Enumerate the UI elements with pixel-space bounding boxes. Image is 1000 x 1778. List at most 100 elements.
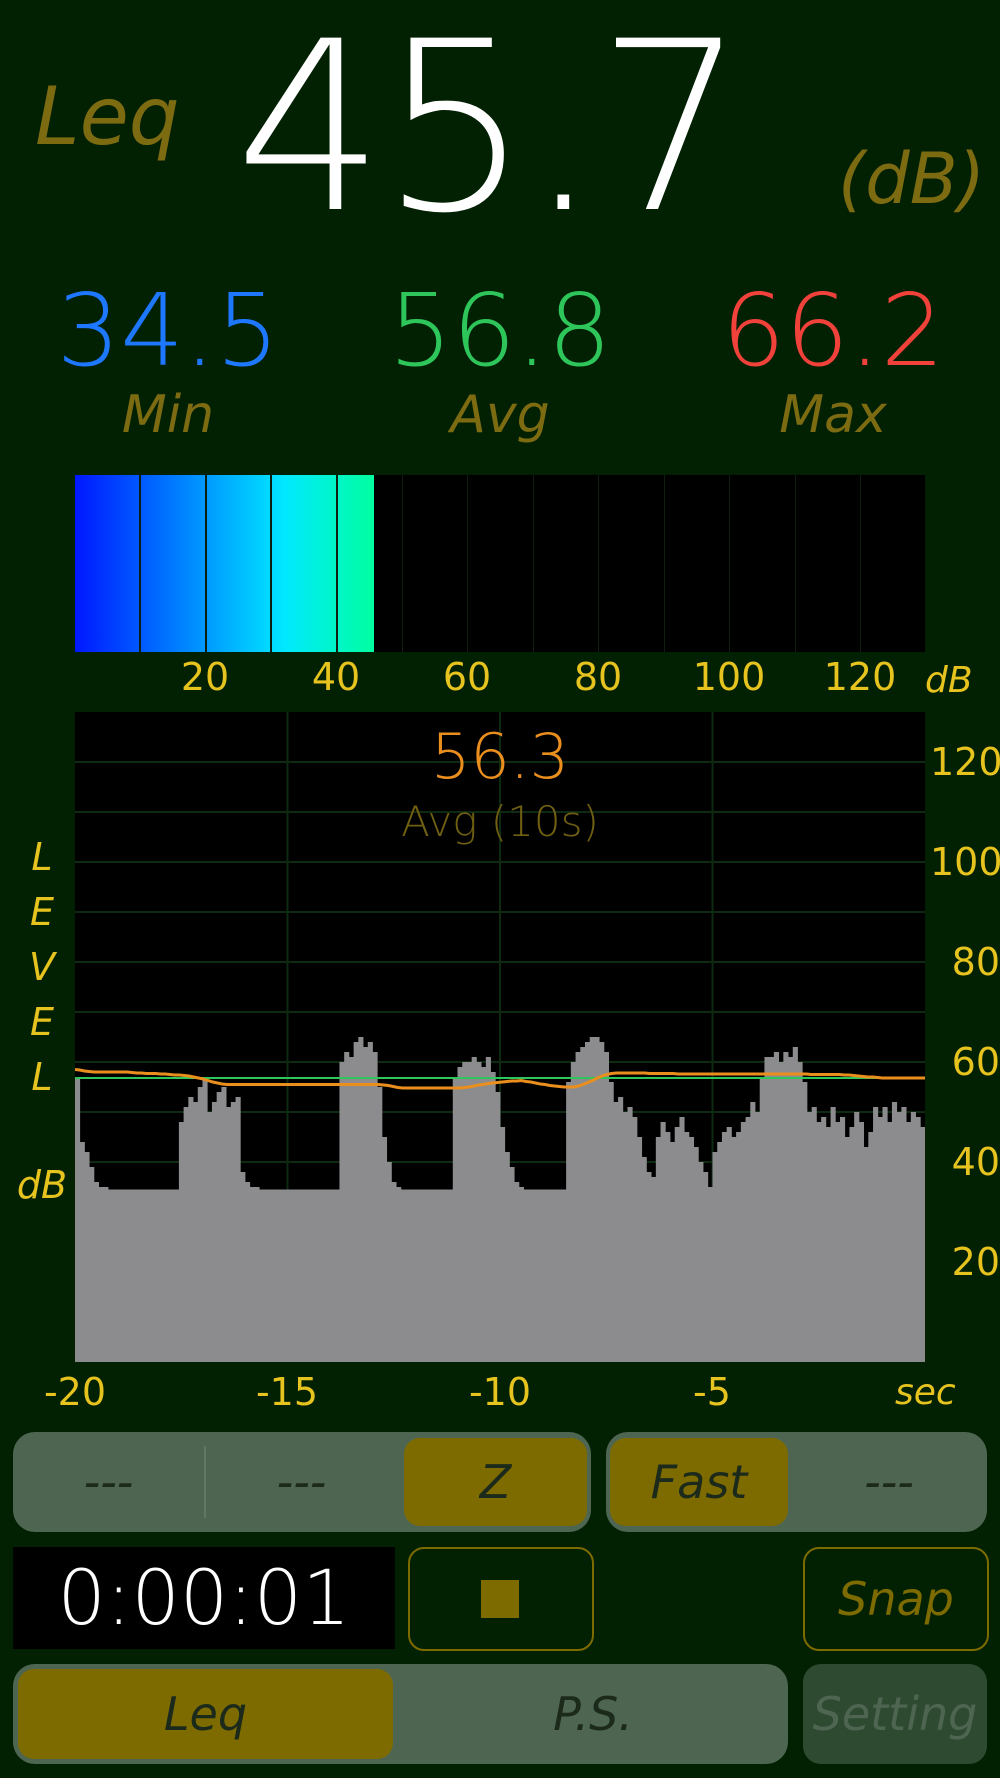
level-bar (613, 1102, 619, 1362)
bar-gridline (664, 475, 665, 652)
level-bar (160, 1189, 166, 1362)
level-bar (844, 1137, 850, 1362)
level-bar (348, 1057, 355, 1362)
level-bar (452, 1077, 458, 1362)
level-bar (311, 1189, 317, 1362)
level-bar (141, 1189, 147, 1362)
level-bar (589, 1037, 595, 1362)
bar-gridline (795, 475, 796, 652)
weighting-option-z-selected[interactable]: Z (404, 1438, 587, 1526)
level-bar (570, 1062, 576, 1362)
level-bar (575, 1052, 581, 1362)
level-bar (518, 1187, 525, 1362)
level-bar (211, 1102, 218, 1362)
level-bar (585, 1042, 591, 1362)
level-bar (103, 1187, 109, 1362)
level-bar (551, 1189, 558, 1362)
mode-tabs: Leq P.S. (13, 1664, 788, 1764)
level-bar (367, 1042, 373, 1362)
level-bar (731, 1137, 737, 1362)
bar-segment-divider (139, 475, 141, 652)
axis-letter: E (29, 1000, 54, 1044)
level-bar (433, 1189, 440, 1362)
weighting-selector: --- --- Z (13, 1432, 591, 1532)
level-bar (627, 1107, 633, 1362)
weighting-option-1[interactable]: --- (13, 1432, 204, 1532)
level-bar (854, 1112, 860, 1362)
bar-scale-label: 60 (442, 655, 492, 699)
x-tick-label: -10 (468, 1370, 532, 1414)
level-bar (778, 1062, 784, 1362)
graph-avg-value: 56.3 (430, 720, 570, 793)
level-bar (887, 1122, 893, 1362)
level-bar (533, 1189, 539, 1362)
level-bar (665, 1132, 671, 1362)
level-bar (755, 1112, 761, 1362)
axis-letter: V (29, 945, 55, 989)
level-bar (330, 1189, 336, 1362)
level-bar (481, 1067, 487, 1362)
level-bar (292, 1189, 298, 1362)
tab-ps[interactable]: P.S. (398, 1664, 788, 1764)
level-bar (353, 1042, 359, 1362)
level-bar (230, 1102, 236, 1362)
level-bar (537, 1189, 543, 1362)
level-bar (315, 1189, 321, 1362)
response-option-2[interactable]: --- (794, 1432, 984, 1532)
level-bar (561, 1189, 567, 1362)
level-bar (169, 1189, 175, 1362)
level-bar (901, 1107, 907, 1362)
level-bar (415, 1189, 421, 1362)
level-bar-meter (75, 475, 925, 652)
level-bar (98, 1187, 104, 1362)
y-tick-label: 20 (951, 1240, 1000, 1284)
level-bar (769, 1057, 775, 1362)
snap-label: Snap (838, 1572, 954, 1626)
snap-button[interactable]: Snap (803, 1547, 989, 1651)
level-bar (249, 1187, 255, 1362)
main-level-value: 45.7 (235, 0, 746, 265)
bar-gridline (729, 475, 730, 652)
level-bar (448, 1189, 454, 1362)
level-bar (523, 1189, 529, 1362)
level-bar (344, 1052, 350, 1362)
level-bar (273, 1189, 279, 1362)
y-tick-label: 120 (930, 740, 1000, 784)
level-bar (759, 1077, 765, 1362)
level-bar (835, 1122, 841, 1362)
level-bar (197, 1087, 203, 1362)
level-bar (188, 1097, 194, 1362)
unit-label: (dB) (838, 138, 986, 220)
avg-value: 56.8 (388, 272, 612, 389)
level-bar (788, 1057, 794, 1362)
level-bar (703, 1172, 709, 1362)
response-option-fast-selected[interactable]: Fast (610, 1438, 788, 1526)
level-bar (178, 1122, 185, 1362)
level-bar (877, 1117, 883, 1362)
level-bar (268, 1189, 274, 1362)
level-bar (651, 1177, 657, 1362)
bar-scale-label: 120 (823, 655, 897, 699)
level-bar (863, 1147, 869, 1362)
level-bar (500, 1127, 506, 1362)
tab-leq-selected[interactable]: Leq (18, 1669, 393, 1759)
x-tick-label: -15 (255, 1370, 319, 1414)
level-bar (202, 1077, 208, 1362)
level-bar (235, 1097, 241, 1362)
bar-segment-divider (205, 475, 207, 652)
level-bar (840, 1117, 846, 1362)
level-bar (495, 1092, 501, 1362)
level-bar (688, 1137, 695, 1362)
level-bar (736, 1132, 742, 1362)
weighting-option-2[interactable]: --- (206, 1432, 397, 1532)
level-bar (849, 1127, 855, 1362)
level-bar (155, 1189, 161, 1362)
level-bar (547, 1189, 553, 1362)
level-bar (750, 1102, 756, 1362)
level-bar (75, 1077, 81, 1362)
axis-unit-left: dB (16, 1163, 68, 1207)
level-bar (618, 1097, 624, 1362)
level-bar (457, 1067, 463, 1362)
level-bar (485, 1057, 491, 1362)
setting-button[interactable]: Setting (803, 1664, 987, 1764)
